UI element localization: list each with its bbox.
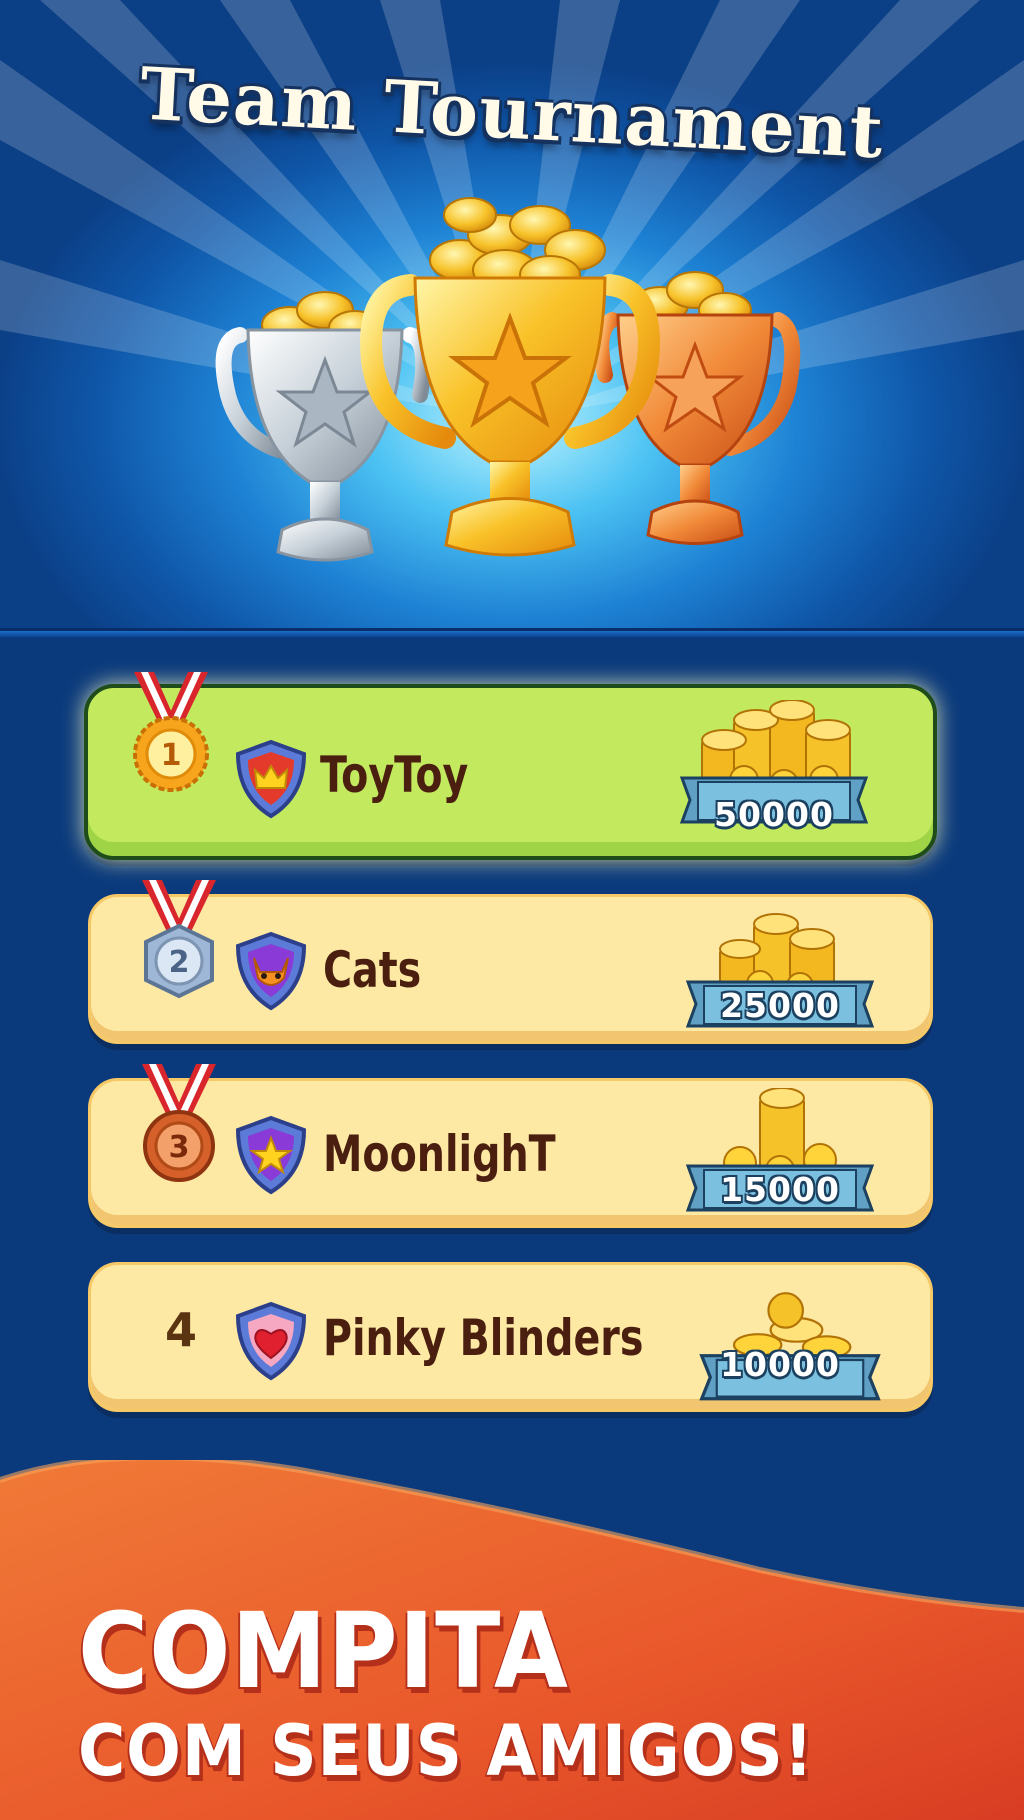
team-name: MoonlighT (323, 1125, 556, 1183)
banner-subheadline: COM SEUS AMIGOS! (78, 1710, 814, 1792)
team-name: Cats (323, 941, 422, 999)
svg-text:3: 3 (169, 1130, 190, 1165)
heart-shield-icon (235, 1301, 307, 1381)
star-shield-icon (235, 1115, 307, 1195)
svg-text:2: 2 (169, 945, 190, 980)
silver-medal-icon: 2 (142, 880, 216, 999)
trophies-illustration (215, 197, 801, 562)
gold-medal-icon: 1 (133, 672, 209, 792)
hero-section: Team Tournament (0, 0, 1024, 632)
reward-amount: 25000 (720, 986, 840, 1025)
reward-amount: 15000 (720, 1170, 840, 1209)
team-name: ToyToy (320, 746, 469, 804)
svg-text:1: 1 (161, 738, 182, 773)
hero-divider (0, 628, 1024, 638)
reward-amount: 10000 (720, 1345, 840, 1384)
rank-number: 4 (164, 1303, 197, 1357)
cat-shield-icon (235, 931, 307, 1011)
team-name: Pinky Blinders (323, 1309, 644, 1367)
bronze-medal-icon: 3 (142, 1064, 216, 1182)
reward-amount: 50000 (714, 795, 834, 834)
crown-shield-icon (235, 739, 307, 819)
banner-headline: COMPITA (78, 1590, 569, 1712)
